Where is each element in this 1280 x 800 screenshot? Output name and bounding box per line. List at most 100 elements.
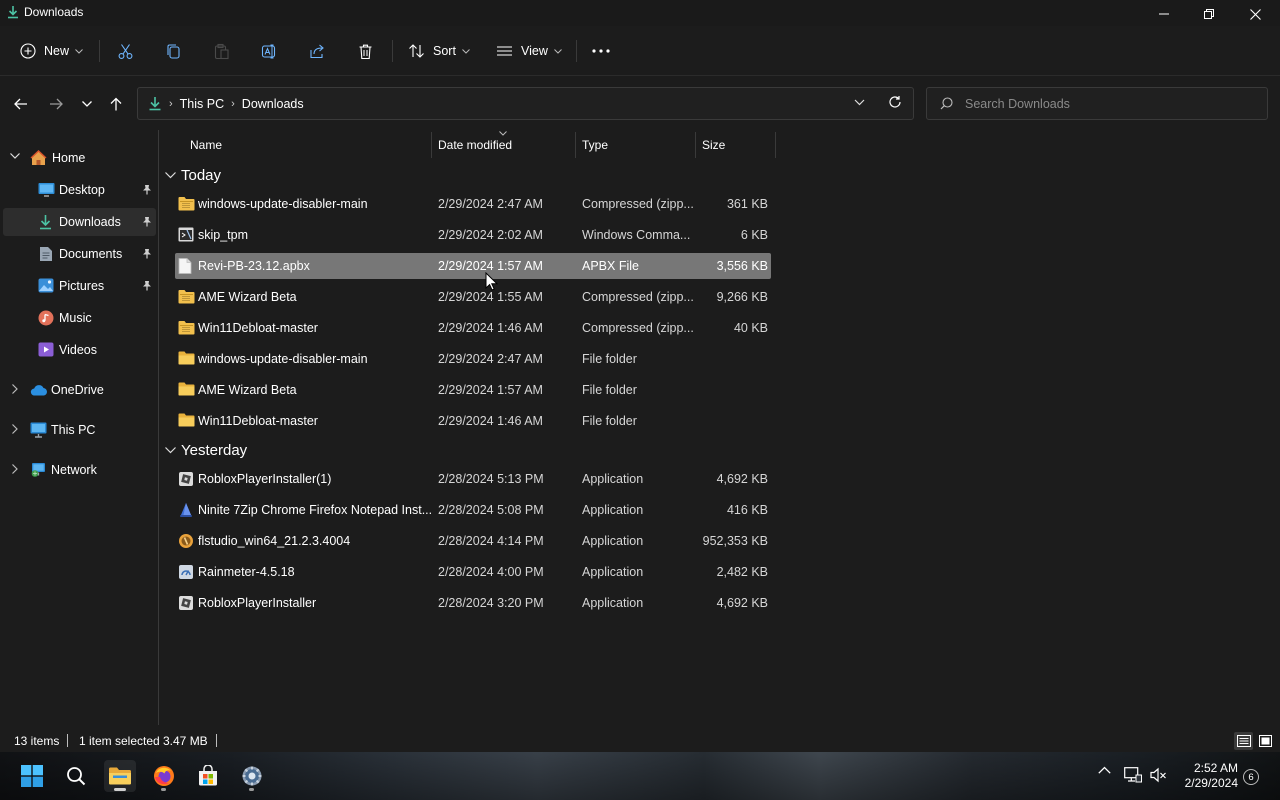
sidebar-item-onedrive[interactable]: OneDrive <box>3 376 156 404</box>
breadcrumb-separator-icon: › <box>169 97 173 110</box>
file-row[interactable]: AME Wizard Beta 2/29/2024 1:57 AM File f… <box>175 377 771 403</box>
chevron-right-icon[interactable] <box>12 384 18 394</box>
sort-button[interactable]: Sort <box>408 38 470 64</box>
view-button[interactable]: View <box>496 38 562 64</box>
sidebar-item-home[interactable]: Home <box>3 144 156 172</box>
paste-icon <box>214 43 229 59</box>
search-box[interactable] <box>926 87 1268 120</box>
recent-locations-button[interactable] <box>75 92 99 116</box>
sidebar-item-this-pc[interactable]: This PC <box>3 416 156 444</box>
file-row[interactable]: Win11Debloat-master 2/29/2024 1:46 AM Fi… <box>175 408 771 434</box>
settings-taskbar-button[interactable] <box>236 760 268 792</box>
forward-button[interactable] <box>44 92 68 116</box>
share-button[interactable] <box>309 38 326 64</box>
file-size: 4,692 KB <box>716 472 768 486</box>
sidebar-item-label: Desktop <box>59 183 105 197</box>
new-button[interactable]: New <box>20 38 83 64</box>
chevron-down-icon <box>462 48 470 54</box>
minimize-button[interactable] <box>1141 0 1187 28</box>
file-size: 2,482 KB <box>716 565 768 579</box>
firefox-icon <box>154 766 174 786</box>
cut-button[interactable] <box>117 38 134 64</box>
restore-button[interactable] <box>1186 0 1232 28</box>
column-header-label: Name <box>190 138 223 152</box>
window-title: Downloads <box>24 5 84 19</box>
tiles-view-button[interactable] <box>1256 732 1275 750</box>
delete-button[interactable] <box>357 38 374 64</box>
refresh-button[interactable] <box>888 95 902 109</box>
sidebar-item-label: Home <box>52 151 86 165</box>
chevron-right-icon[interactable] <box>12 424 18 434</box>
file-explorer-taskbar-button[interactable] <box>104 760 136 792</box>
file-row[interactable]: Rainmeter-4.5.18 2/28/2024 4:00 PM Appli… <box>175 559 771 585</box>
chevron-down-icon[interactable] <box>10 153 20 159</box>
file-row[interactable]: AME Wizard Beta 2/29/2024 1:55 AM Compre… <box>175 284 771 310</box>
chevron-up-icon <box>1098 766 1111 774</box>
file-row[interactable]: windows-update-disabler-main 2/29/2024 2… <box>175 346 771 372</box>
network-tray-button[interactable] <box>1124 767 1142 783</box>
new-label: New <box>44 44 70 58</box>
file-name: windows-update-disabler-main <box>198 197 368 211</box>
address-bar[interactable]: › This PC › Downloads <box>137 87 914 120</box>
group-header-yesterday[interactable]: Yesterday <box>165 438 247 462</box>
onedrive-icon <box>30 384 48 396</box>
file-row[interactable]: skip_tpm 2/29/2024 2:02 AM Windows Comma… <box>175 222 771 248</box>
sidebar-item-pictures[interactable]: Pictures <box>3 272 156 300</box>
network-status-icon <box>1124 767 1142 783</box>
sidebar-item-downloads[interactable]: Downloads <box>3 208 156 236</box>
column-header-type[interactable]: Type <box>576 130 695 158</box>
file-row[interactable]: Win11Debloat-master 2/29/2024 1:46 AM Co… <box>175 315 771 341</box>
file-row[interactable]: RobloxPlayerInstaller 2/28/2024 3:20 PM … <box>175 590 771 616</box>
address-history-button[interactable] <box>854 96 865 108</box>
rename-button[interactable] <box>261 38 278 64</box>
chevron-right-icon[interactable] <box>12 464 18 474</box>
file-row[interactable]: Ninite 7Zip Chrome Firefox Notepad Inst.… <box>175 497 771 523</box>
file-name: RobloxPlayerInstaller <box>198 596 317 610</box>
download-icon <box>38 214 53 230</box>
volume-tray-button[interactable] <box>1150 767 1167 783</box>
copy-button[interactable] <box>165 38 182 64</box>
search-taskbar-button[interactable] <box>60 760 92 792</box>
column-header-size[interactable]: Size <box>696 130 775 158</box>
chevron-down-icon <box>854 99 865 106</box>
start-button[interactable] <box>16 760 48 792</box>
pin-icon <box>142 280 152 291</box>
file-row[interactable]: windows-update-disabler-main 2/29/2024 2… <box>175 191 771 217</box>
volume-muted-icon <box>1150 767 1166 783</box>
file-name: Ninite 7Zip Chrome Firefox Notepad Inst.… <box>198 503 433 517</box>
breadcrumb-downloads[interactable]: Downloads <box>242 97 304 111</box>
file-row[interactable]: RobloxPlayerInstaller(1) 2/28/2024 5:13 … <box>175 466 771 492</box>
back-button[interactable] <box>9 92 33 116</box>
sidebar-item-music[interactable]: Music <box>3 304 156 332</box>
sidebar-item-network[interactable]: Network <box>3 456 156 484</box>
sidebar-item-desktop[interactable]: Desktop <box>3 176 156 204</box>
file-row[interactable]: flstudio_win64_21.2.3.4004 2/28/2024 4:1… <box>175 528 771 554</box>
more-options-button[interactable] <box>592 38 610 64</box>
column-header-name[interactable]: Name <box>175 130 431 158</box>
notification-badge[interactable]: 6 <box>1243 769 1259 785</box>
show-hidden-icons-button[interactable] <box>1098 766 1111 774</box>
microsoft-store-taskbar-button[interactable] <box>192 760 224 792</box>
file-row-selected[interactable]: Revi-PB-23.12.apbx 2/29/2024 1:57 AM APB… <box>175 253 771 279</box>
column-header-date-modified[interactable]: Date modified <box>432 130 575 158</box>
sidebar-item-label: Documents <box>59 247 123 261</box>
file-size: 6 KB <box>740 228 768 242</box>
file-date: 2/28/2024 4:14 PM <box>438 534 544 548</box>
sidebar-item-videos[interactable]: Videos <box>3 336 156 364</box>
paste-button[interactable] <box>213 38 230 64</box>
command-bar: New Sort View <box>0 26 1280 76</box>
refresh-icon <box>889 96 901 108</box>
details-view-button[interactable] <box>1234 732 1253 750</box>
group-header-today[interactable]: Today <box>165 163 221 187</box>
column-divider[interactable] <box>775 132 776 158</box>
file-size: 9,266 KB <box>716 290 768 304</box>
search-input[interactable] <box>965 94 1255 114</box>
firefox-taskbar-button[interactable] <box>148 760 180 792</box>
sidebar-item-documents[interactable]: Documents <box>3 240 156 268</box>
breadcrumb-this-pc[interactable]: This PC <box>180 97 224 111</box>
up-button[interactable] <box>104 92 128 116</box>
sidebar-item-label: Videos <box>59 343 97 357</box>
pin-icon <box>142 216 152 227</box>
clock[interactable]: 2:52 AM 2/29/2024 <box>1176 761 1238 791</box>
close-button[interactable] <box>1232 0 1278 28</box>
